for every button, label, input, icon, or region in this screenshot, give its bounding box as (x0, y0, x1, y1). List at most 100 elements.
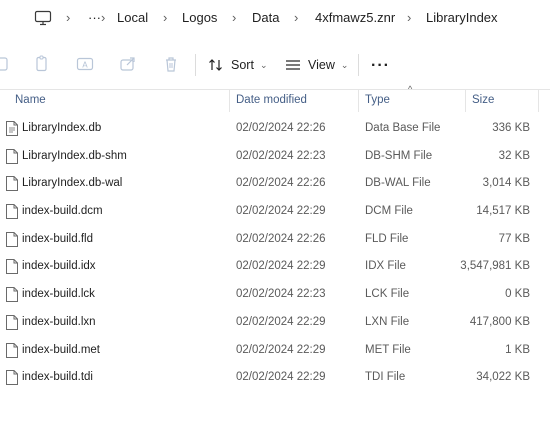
file-type: LXN File (365, 315, 410, 328)
sort-label: Sort (231, 58, 254, 72)
column-header-name[interactable]: Name (15, 94, 46, 106)
view-list-icon (285, 57, 301, 73)
breadcrumb-item-data[interactable]: Data (252, 10, 279, 26)
breadcrumb-chevron-icon[interactable]: › (163, 10, 167, 26)
file-date: 02/02/2024 22:29 (236, 371, 326, 384)
file-type: DB-WAL File (365, 177, 431, 190)
file-size: 14,517 KB (476, 205, 530, 218)
chevron-down-icon: ⌄ (259, 59, 268, 70)
file-row[interactable]: index-build.met 02/02/2024 22:29 MET Fil… (0, 336, 550, 364)
column-header-date[interactable]: Date modified (236, 94, 307, 106)
command-bar: A Sort ⌄ View ⌄ ··· (0, 38, 550, 90)
delete-icon[interactable] (162, 55, 180, 73)
file-date: 02/02/2024 22:29 (236, 343, 326, 356)
file-type: FLD File (365, 232, 409, 245)
file-date: 02/02/2024 22:26 (236, 122, 326, 134)
file-row[interactable]: index-build.lck 02/02/2024 22:23 LCK Fil… (0, 280, 550, 308)
address-bar[interactable]: › ··· › Local › Logos › Data › 4xfmawz5.… (0, 0, 550, 38)
file-row[interactable]: index-build.lxn 02/02/2024 22:29 LXN Fil… (0, 308, 550, 336)
file-list: LibraryIndex.db 02/02/2024 22:26 Data Ba… (0, 114, 550, 391)
file-icon (6, 370, 18, 386)
file-icon (6, 259, 18, 275)
file-row[interactable]: index-build.fld 02/02/2024 22:26 FLD Fil… (0, 225, 550, 253)
this-pc-icon[interactable] (34, 10, 52, 26)
file-icon (6, 342, 18, 358)
file-row[interactable]: index-build.idx 02/02/2024 22:29 IDX Fil… (0, 252, 550, 280)
file-name: index-build.lck (22, 288, 95, 301)
view-label: View (308, 58, 335, 72)
breadcrumb-item-local[interactable]: Local (117, 10, 148, 26)
file-name: index-build.dcm (22, 205, 103, 218)
toolbar-divider (195, 54, 196, 76)
file-date: 02/02/2024 22:26 (236, 177, 326, 190)
file-date: 02/02/2024 22:23 (236, 149, 326, 162)
file-name: index-build.idx (22, 260, 96, 273)
rename-icon[interactable]: A (76, 55, 94, 73)
file-size: 3,014 KB (482, 177, 530, 190)
file-row[interactable]: LibraryIndex.db-wal 02/02/2024 22:26 DB-… (0, 169, 550, 197)
file-icon (6, 148, 18, 164)
file-date: 02/02/2024 22:29 (236, 315, 326, 328)
file-type: Data Base File (365, 122, 441, 134)
breadcrumb-chevron-icon[interactable]: › (101, 10, 105, 26)
sort-button[interactable]: Sort ⌄ (208, 54, 267, 76)
more-options-button[interactable]: ··· (371, 57, 390, 75)
file-size: 417,800 KB (469, 315, 530, 328)
file-type: LCK File (365, 288, 410, 301)
file-name: LibraryIndex.db-shm (22, 149, 127, 162)
column-header-size[interactable]: Size (472, 94, 494, 106)
chevron-down-icon: ⌄ (340, 59, 349, 70)
file-size: 0 KB (505, 288, 530, 301)
file-name: LibraryIndex.db-wal (22, 177, 123, 190)
file-name: LibraryIndex.db (22, 122, 102, 134)
view-button[interactable]: View ⌄ (285, 54, 348, 76)
file-row[interactable]: LibraryIndex.db-shm 02/02/2024 22:23 DB-… (0, 142, 550, 170)
breadcrumb-item-4xfmawz5[interactable]: 4xfmawz5.znr (315, 10, 395, 26)
file-name: index-build.tdi (22, 371, 93, 384)
file-date: 02/02/2024 22:26 (236, 232, 326, 245)
breadcrumb-chevron-icon[interactable]: › (232, 10, 236, 26)
file-icon (6, 231, 18, 247)
file-type: MET File (365, 343, 411, 356)
file-type: IDX File (365, 260, 406, 273)
database-file-icon (6, 121, 18, 136)
file-size: 3,547,981 KB (460, 260, 530, 273)
file-row[interactable]: index-build.tdi 02/02/2024 22:29 TDI Fil… (0, 363, 550, 391)
file-name: index-build.lxn (22, 315, 96, 328)
sort-icon (208, 57, 224, 73)
file-size: 336 KB (492, 122, 530, 134)
breadcrumb-chevron-icon[interactable]: › (294, 10, 298, 26)
file-size: 77 KB (498, 232, 530, 245)
file-icon (6, 314, 18, 330)
file-name: index-build.met (22, 343, 100, 356)
toolbar-divider (358, 54, 359, 76)
column-divider[interactable] (465, 90, 466, 112)
breadcrumb-item-libraryindex[interactable]: LibraryIndex (426, 10, 498, 26)
column-header-type[interactable]: Type (365, 94, 390, 106)
share-icon[interactable] (119, 55, 137, 73)
column-header: Name Date modified Type Size (0, 90, 550, 112)
breadcrumb-chevron-icon[interactable]: › (66, 10, 70, 26)
file-row[interactable]: index-build.dcm 02/02/2024 22:29 DCM Fil… (0, 197, 550, 225)
column-divider[interactable] (538, 90, 539, 112)
breadcrumb-overflow[interactable]: ··· (88, 10, 101, 26)
file-type: DB-SHM File (365, 149, 433, 162)
file-type: DCM File (365, 205, 413, 218)
breadcrumb-item-logos[interactable]: Logos (182, 10, 217, 26)
svg-text:A: A (82, 61, 88, 70)
file-type: TDI File (365, 371, 406, 384)
file-row[interactable]: LibraryIndex.db 02/02/2024 22:26 Data Ba… (0, 114, 550, 142)
file-icon (6, 287, 18, 303)
file-date: 02/02/2024 22:29 (236, 260, 326, 273)
file-name: index-build.fld (22, 232, 93, 245)
file-size: 34,022 KB (476, 371, 530, 384)
copy-icon[interactable] (33, 55, 51, 73)
file-date: 02/02/2024 22:29 (236, 205, 326, 218)
breadcrumb-chevron-icon[interactable]: › (407, 10, 411, 26)
cut-icon[interactable] (0, 55, 10, 73)
file-size: 1 KB (505, 343, 530, 356)
column-divider[interactable] (229, 90, 230, 112)
file-icon (6, 204, 18, 220)
column-divider[interactable] (358, 90, 359, 112)
file-date: 02/02/2024 22:23 (236, 288, 326, 301)
